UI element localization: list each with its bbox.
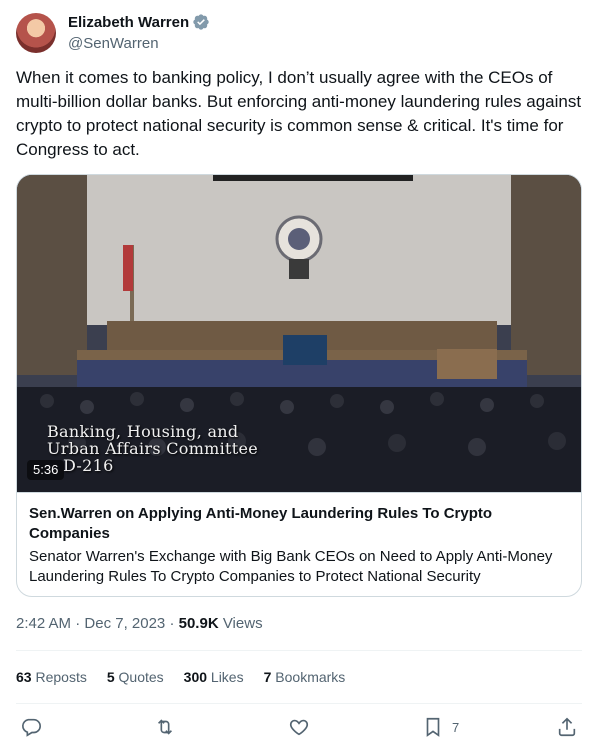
tweet-meta: 2:42 AM · Dec 7, 2023 · 50.9K Views: [16, 614, 263, 634]
card-description: Senator Warren's Exchange with Big Bank …: [29, 548, 553, 585]
reply-button[interactable]: [20, 714, 42, 740]
author-name-row: Elizabeth Warren: [68, 12, 210, 32]
views-label: Views: [222, 615, 263, 632]
video-caption: Banking, Housing, and Urban Affairs Comm…: [47, 423, 258, 474]
tweet-date[interactable]: Dec 7, 2023: [84, 615, 165, 632]
views-count: 50.9K: [178, 615, 219, 632]
divider: [16, 650, 582, 651]
quotes-stat[interactable]: 5 Quotes: [107, 667, 164, 687]
repost-button[interactable]: [154, 714, 176, 740]
bookmark-icon: [426, 717, 440, 737]
author-avatar[interactable]: [16, 13, 56, 53]
card-body[interactable]: Sen.Warren on Applying Anti-Money Launde…: [17, 492, 581, 596]
repost-icon: [157, 719, 173, 735]
heart-icon: [289, 719, 309, 736]
likes-label: Likes: [210, 669, 244, 685]
bookmark-button[interactable]: 7: [422, 714, 459, 740]
verified-badge-icon: [193, 14, 209, 30]
bookmark-count: 7: [452, 719, 460, 735]
video-duration: 5:36: [27, 460, 65, 480]
card-title[interactable]: Sen.Warren on Applying Anti-Money Launde…: [29, 504, 569, 544]
tweet-text: When it comes to banking policy, I don’t…: [16, 68, 586, 159]
reposts-stat[interactable]: 63 Reposts: [16, 667, 87, 687]
bookmarks-count: 7: [263, 669, 272, 685]
reposts-label: Reposts: [35, 669, 87, 685]
quotes-count: 5: [106, 669, 115, 685]
bookmarks-stat[interactable]: 7 Bookmarks: [264, 667, 346, 687]
video-caption-line: Banking, Housing, and: [47, 422, 239, 441]
link-card[interactable]: Banking, Housing, and Urban Affairs Comm…: [16, 174, 582, 597]
video-thumbnail[interactable]: Banking, Housing, and Urban Affairs Comm…: [17, 175, 581, 492]
meta-separator: ·: [71, 615, 85, 632]
tweet-header: Elizabeth Warren @SenWarren: [16, 12, 582, 56]
reposts-count: 63: [16, 669, 32, 685]
meta-separator: ·: [165, 615, 179, 632]
likes-stat[interactable]: 300 Likes: [184, 667, 244, 687]
author-handle[interactable]: @SenWarren: [68, 34, 210, 54]
author-info: Elizabeth Warren @SenWarren: [68, 12, 210, 54]
likes-count: 300: [183, 669, 208, 685]
engagement-stats: 63 Reposts 5 Quotes 300 Likes 7 Bookmark…: [16, 667, 345, 687]
reply-icon: [22, 718, 41, 737]
share-icon: [558, 717, 576, 737]
divider: [16, 703, 582, 704]
author-name[interactable]: Elizabeth Warren: [68, 14, 189, 31]
like-button[interactable]: [288, 714, 310, 740]
video-caption-line: Urban Affairs Committee: [47, 439, 259, 458]
tweet-time[interactable]: 2:42 AM: [16, 615, 71, 632]
quotes-label: Quotes: [118, 669, 164, 685]
share-button[interactable]: [556, 714, 578, 740]
bookmarks-label: Bookmarks: [275, 669, 346, 685]
video-caption-line: D-216: [63, 456, 114, 475]
tweet-actions: 7: [16, 714, 582, 742]
